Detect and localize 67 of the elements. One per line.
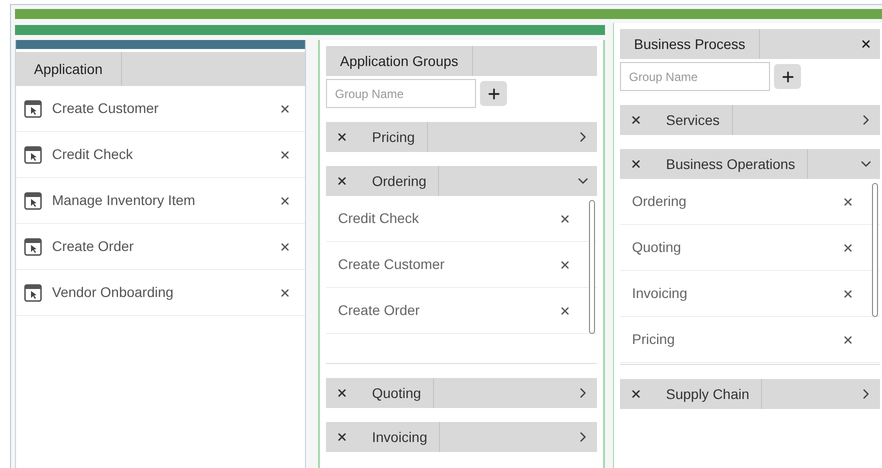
remove-icon[interactable] — [842, 196, 854, 208]
plus-icon — [780, 68, 796, 84]
group-item-label: Create Order — [338, 301, 421, 320]
application-window-icon — [24, 192, 42, 210]
panel-title: Application — [33, 60, 104, 79]
group-item-label: Ordering — [632, 192, 688, 211]
panel-title: Application Groups — [339, 52, 460, 71]
group-name: Pricing — [372, 128, 416, 147]
group-header[interactable]: Quoting — [326, 378, 597, 408]
group-header[interactable]: Business Operations — [620, 149, 880, 179]
remove-icon[interactable] — [336, 431, 348, 443]
remove-icon[interactable] — [336, 387, 348, 399]
group-item-label: Quoting — [632, 238, 682, 257]
group-header[interactable]: Supply Chain — [620, 379, 880, 409]
group-item-label: Invoicing — [632, 284, 688, 303]
group-item-label: Credit Check — [338, 209, 420, 228]
remove-icon[interactable] — [279, 240, 291, 252]
remove-icon[interactable] — [842, 334, 854, 346]
group-name: Ordering — [372, 172, 428, 191]
remove-icon[interactable] — [279, 286, 291, 298]
group-name: Services — [666, 110, 721, 130]
group-name: Quoting — [372, 384, 422, 403]
application-name: Credit Check — [52, 145, 134, 164]
application-name: Create Order — [52, 237, 135, 256]
application-row[interactable]: Credit Check — [16, 132, 305, 178]
close-icon[interactable] — [860, 38, 872, 50]
plus-icon — [486, 86, 502, 102]
remove-icon[interactable] — [842, 288, 854, 300]
group-item-label: Create Customer — [338, 255, 446, 274]
panel-title: Business Process — [633, 34, 746, 54]
group-name-field[interactable]: Group Name — [326, 79, 476, 108]
application-window-icon — [24, 238, 42, 256]
remove-icon[interactable] — [559, 304, 571, 316]
application-name: Manage Inventory Item — [52, 191, 196, 210]
application-name: Create Customer — [52, 99, 160, 118]
remove-icon[interactable] — [336, 175, 348, 187]
remove-icon[interactable] — [630, 114, 642, 126]
group-header[interactable]: Pricing — [326, 122, 597, 152]
group-name: Invoicing — [372, 428, 428, 447]
application-window-icon — [24, 146, 42, 164]
remove-icon[interactable] — [630, 388, 642, 400]
group-name: Supply Chain — [666, 384, 750, 404]
remove-icon[interactable] — [559, 258, 571, 270]
add-group-button[interactable] — [774, 64, 801, 89]
remove-icon[interactable] — [842, 242, 854, 254]
application-row[interactable]: Create Order — [16, 224, 305, 270]
scrollbar[interactable] — [872, 183, 878, 317]
application-row[interactable]: Create Customer — [16, 86, 305, 132]
application-window-icon — [24, 284, 42, 302]
remove-icon[interactable] — [279, 194, 291, 206]
group-item-label: Pricing — [632, 330, 676, 349]
application-row[interactable]: Manage Inventory Item — [16, 178, 305, 224]
remove-icon[interactable] — [559, 212, 571, 224]
remove-icon[interactable] — [279, 102, 291, 114]
remove-icon[interactable] — [279, 148, 291, 160]
group-name-field[interactable]: Group Name — [620, 62, 770, 91]
remove-icon[interactable] — [336, 131, 348, 143]
add-group-button[interactable] — [480, 81, 507, 106]
group-header[interactable]: Services — [620, 105, 880, 135]
application-row[interactable]: Vendor Onboarding — [16, 270, 305, 316]
group-header[interactable]: Invoicing — [326, 422, 597, 452]
application-name: Vendor Onboarding — [52, 283, 174, 302]
remove-icon[interactable] — [630, 158, 642, 170]
group-name: Business Operations — [666, 154, 796, 174]
group-header[interactable]: Ordering — [326, 166, 597, 196]
application-window-icon — [24, 100, 42, 118]
scrollbar[interactable] — [589, 200, 595, 334]
